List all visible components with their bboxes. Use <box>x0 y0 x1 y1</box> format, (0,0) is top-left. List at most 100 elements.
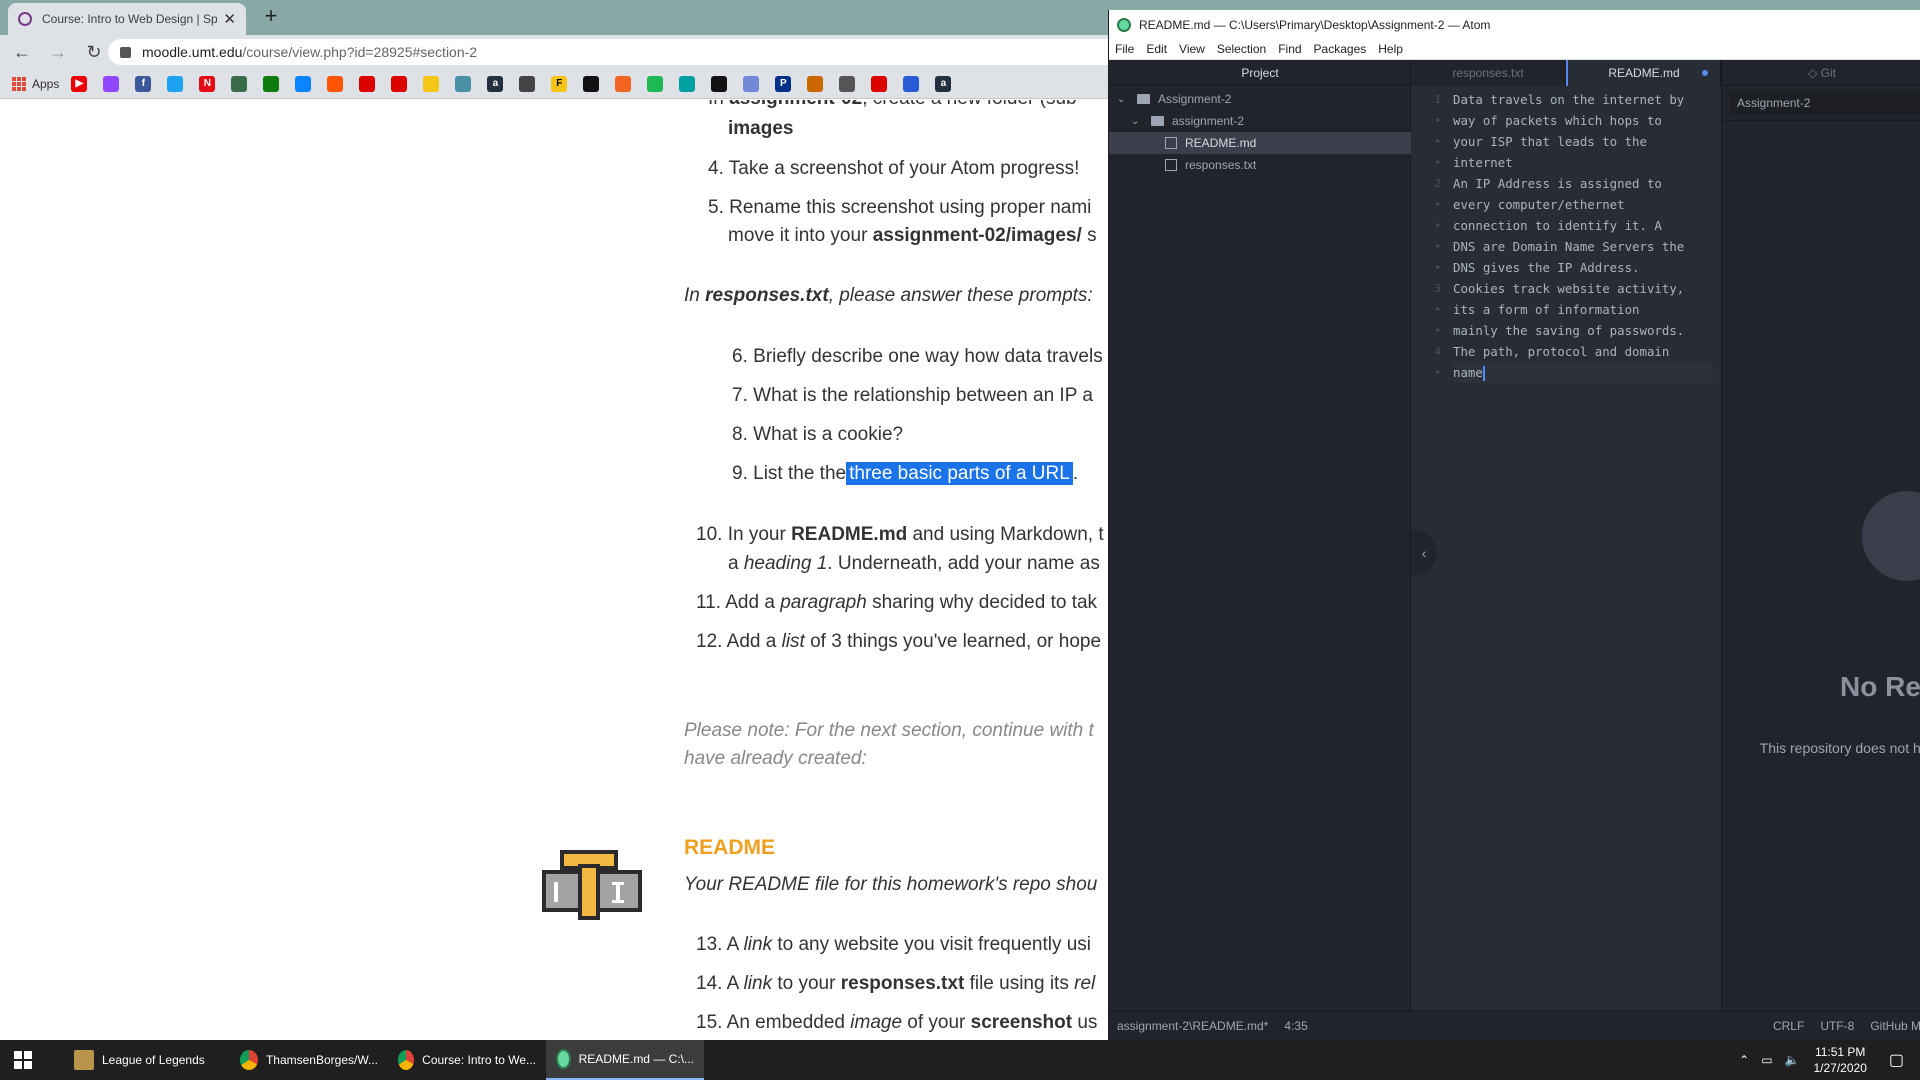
status-encoding[interactable]: UTF-8 <box>1820 1019 1854 1033</box>
atom-window-title: README.md — C:\Users\Primary\Desktop\Ass… <box>1139 17 1491 32</box>
back-icon[interactable]: ← <box>8 38 36 66</box>
bookmark-icon[interactable] <box>295 75 312 92</box>
amazon-bookmark-icon[interactable]: a <box>935 75 952 92</box>
espn-bookmark-icon[interactable] <box>359 75 376 92</box>
line-number: 3 <box>1434 282 1441 295</box>
bookmark-icon[interactable] <box>807 75 824 92</box>
bookmark-icon[interactable] <box>839 75 856 92</box>
line-number: • <box>1434 198 1441 211</box>
menu-selection[interactable]: Selection <box>1211 42 1272 56</box>
editor-pane: responses.txt README.md 1 • • • 2 • • • • 3 • • 4 • D… <box>1411 60 1721 1010</box>
spotify-bookmark-icon[interactable] <box>647 75 664 92</box>
twitter-bookmark-icon[interactable] <box>167 75 184 92</box>
github-octocat-icon <box>1862 491 1920 581</box>
status-line-ending[interactable]: CRLF <box>1773 1019 1804 1033</box>
twitch-bookmark-icon[interactable] <box>103 75 120 92</box>
windows-start-button[interactable] <box>0 1040 46 1080</box>
chrome-icon <box>398 1050 415 1070</box>
menu-file[interactable]: File <box>1109 42 1140 56</box>
tab-readme-md[interactable]: README.md <box>1566 60 1721 86</box>
windows-taskbar: League of Legends ThamsenBorges/W... Cou… <box>0 1040 1920 1080</box>
reload-icon[interactable]: ↻ <box>80 38 108 66</box>
apps-bookmark-label[interactable]: Apps <box>32 77 59 91</box>
browser-tab-title: Course: Intro to Web Design | Sp <box>42 12 218 26</box>
power-bookmark-icon[interactable] <box>711 75 728 92</box>
list-item: 7. What is the relationship between an I… <box>732 385 1093 406</box>
notifications-icon[interactable]: ▢ <box>1889 1050 1904 1070</box>
taskbar-item-chrome-course[interactable]: Course: Intro to We... <box>388 1040 546 1080</box>
status-cursor-position[interactable]: 4:35 <box>1284 1019 1307 1033</box>
bookmark-icon[interactable] <box>583 75 600 92</box>
taskbar-item-chrome-github[interactable]: ThamsenBorges/W... <box>230 1040 388 1080</box>
git-tab[interactable]: ◇ Git <box>1722 60 1920 86</box>
menu-find[interactable]: Find <box>1272 42 1307 56</box>
code-line[interactable]: DNS are Domain Name Servers the <box>1453 236 1713 257</box>
bookmark-icon[interactable]: F <box>551 75 568 92</box>
code-line[interactable]: An IP Address is assigned to <box>1453 173 1713 194</box>
facebook-bookmark-icon[interactable]: f <box>135 75 152 92</box>
netflix-bookmark-icon[interactable]: N <box>199 75 216 92</box>
bookmark-icon[interactable] <box>871 75 888 92</box>
status-github[interactable]: GitHub M <box>1870 1019 1920 1033</box>
code-line[interactable]: way of packets which hops to <box>1453 110 1713 131</box>
menu-help[interactable]: Help <box>1372 42 1409 56</box>
atom-icon <box>556 1049 571 1069</box>
code-line[interactable]: Data travels on the internet by <box>1453 89 1713 110</box>
menu-packages[interactable]: Packages <box>1308 42 1373 56</box>
bookmark-icon[interactable] <box>903 75 920 92</box>
taskbar-clock[interactable]: 11:51 PM 1/27/2020 <box>1813 1044 1866 1076</box>
chevron-up-icon[interactable]: ⌃ <box>1739 1053 1749 1067</box>
list-item: a heading 1. Underneath, add your name a… <box>728 553 1100 574</box>
code-line[interactable]: The path, protocol and domain <box>1453 341 1713 362</box>
browser-tab[interactable]: Course: Intro to Web Design | Sp ✕ <box>8 3 246 35</box>
code-line[interactable]: name <box>1453 362 1713 383</box>
new-tab-button[interactable]: + <box>258 3 284 29</box>
status-file-path[interactable]: assignment-2\README.md* <box>1117 1019 1268 1033</box>
list-item: 8. What is a cookie? <box>732 424 904 445</box>
code-line[interactable]: every computer/ethernet <box>1453 194 1713 215</box>
tree-file-readme[interactable]: README.md <box>1109 132 1411 154</box>
tree-folder-root[interactable]: ⌄ Assignment-2 <box>1109 88 1411 110</box>
bookmark-icon[interactable] <box>679 75 696 92</box>
menu-edit[interactable]: Edit <box>1140 42 1173 56</box>
bookmark-icon[interactable] <box>231 75 248 92</box>
tree-folder[interactable]: ⌄ assignment-2 <box>1109 110 1411 132</box>
amazon-bookmark-icon[interactable]: a <box>487 75 504 92</box>
menu-view[interactable]: View <box>1173 42 1211 56</box>
git-branch-input[interactable]: Assignment-2 <box>1730 92 1920 114</box>
code-line[interactable]: your ISP that leads to the <box>1453 131 1713 152</box>
code-line[interactable]: DNS gives the IP Address. <box>1453 257 1713 278</box>
bookmark-icon[interactable] <box>455 75 472 92</box>
paypal-bookmark-icon[interactable]: P <box>775 75 792 92</box>
code-line[interactable]: its a form of information <box>1453 299 1713 320</box>
text-selection[interactable]: three basic parts of a URL <box>846 462 1073 485</box>
apps-grid-icon[interactable] <box>12 76 26 91</box>
network-icon[interactable]: ▭ <box>1761 1053 1772 1067</box>
taskbar-item-league[interactable]: League of Legends <box>64 1040 230 1080</box>
xbox-bookmark-icon[interactable] <box>263 75 280 92</box>
bookmark-icon[interactable] <box>615 75 632 92</box>
bookmark-icon[interactable] <box>423 75 440 92</box>
tree-file-responses[interactable]: responses.txt <box>1109 154 1411 176</box>
code-line[interactable]: connection to identify it. A <box>1453 215 1713 236</box>
discord-bookmark-icon[interactable] <box>743 75 760 92</box>
list-item: 12. Add a list of 3 things you've learne… <box>696 631 1102 652</box>
youtube-bookmark-icon[interactable]: ▶ <box>71 75 88 92</box>
soundcloud-bookmark-icon[interactable] <box>327 75 344 92</box>
espn-bookmark-icon[interactable] <box>391 75 408 92</box>
code-line[interactable]: internet <box>1453 152 1713 173</box>
code-line[interactable]: mainly the saving of passwords. <box>1453 320 1713 341</box>
close-tab-icon[interactable]: ✕ <box>223 10 236 28</box>
volume-icon[interactable]: 🔈 <box>1785 1053 1800 1067</box>
code-line[interactable]: Cookies track website activity, <box>1453 278 1713 299</box>
lock-icon <box>120 46 131 58</box>
bookmark-icon[interactable] <box>519 75 536 92</box>
tab-responses-txt[interactable]: responses.txt <box>1411 60 1566 86</box>
no-repository-title: No Re <box>1840 671 1920 702</box>
atom-title-bar[interactable]: README.md — C:\Users\Primary\Desktop\Ass… <box>1109 10 1920 39</box>
taskbar-item-atom[interactable]: README.md — C:\... <box>546 1040 704 1080</box>
forward-icon[interactable]: → <box>44 38 72 66</box>
readme-section-heading: README <box>684 836 776 859</box>
list-item: 6. Briefly describe one way how data tra… <box>732 346 1103 367</box>
project-panel-header[interactable]: Project <box>1109 60 1411 86</box>
